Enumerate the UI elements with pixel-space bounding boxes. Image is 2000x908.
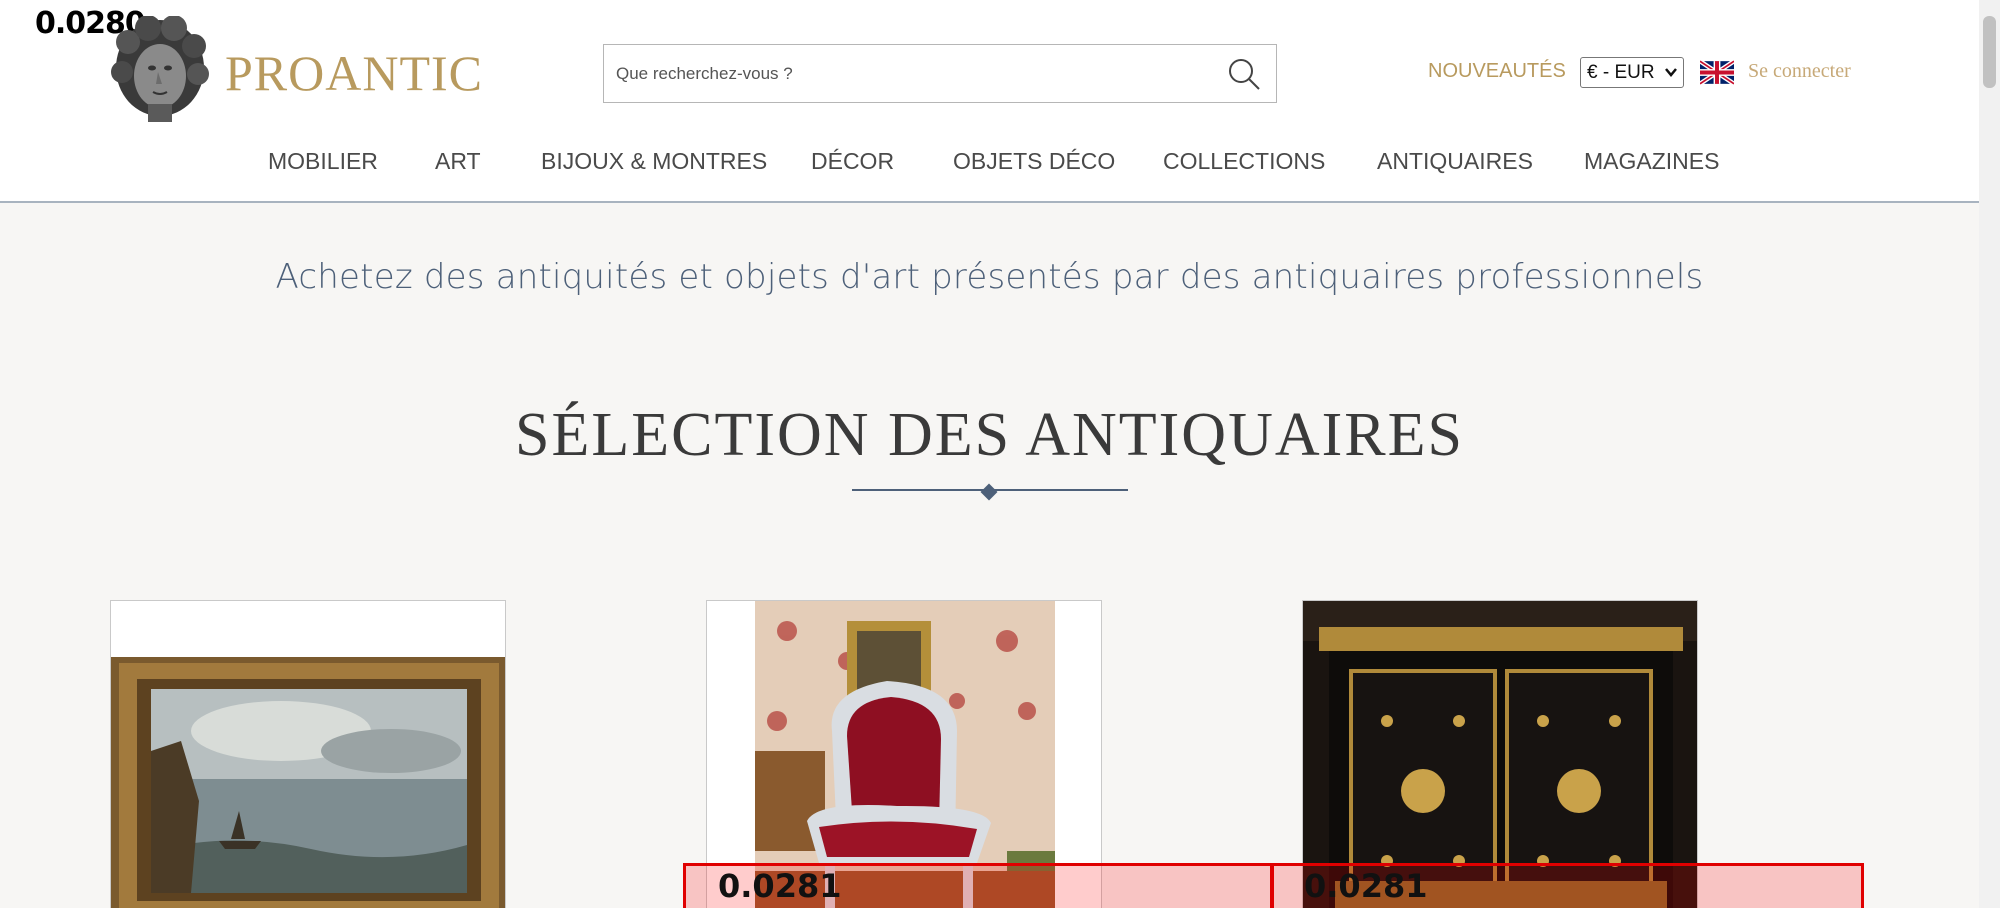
vertical-scrollbar[interactable] [1979, 0, 2000, 908]
search-bar [603, 44, 1277, 103]
chevron-down-icon [1665, 68, 1677, 77]
product-card-armchair[interactable] [706, 600, 1102, 908]
detection-overlay: 0.0281 [683, 863, 1273, 908]
product-image-painting [111, 601, 505, 908]
product-image-armchair [707, 601, 1101, 908]
overlay-score: 0.0281 [718, 867, 842, 905]
search-icon [1229, 58, 1260, 90]
nav-item-mobilier[interactable]: MOBILIER [268, 148, 378, 175]
section-title: SÉLECTION DES ANTIQUAIRES [515, 401, 1464, 469]
logo-text[interactable]: PROANTIC [225, 44, 483, 102]
site-header: 0.0280 PROANTIC NOUVEAUTÉS € - EUR [0, 0, 1979, 203]
currency-select[interactable]: € - EUR [1580, 57, 1684, 88]
currency-value: € - EUR [1587, 61, 1655, 83]
nav-item-decor[interactable]: DÉCOR [811, 148, 894, 175]
search-input[interactable] [616, 45, 1196, 102]
tagline: Achetez des antiquités et objets d'art p… [275, 257, 1704, 297]
logo-bust-icon[interactable] [108, 16, 210, 122]
main-nav: MOBILIER ART BIJOUX & MONTRES DÉCOR OBJE… [0, 148, 1979, 180]
nav-item-bijoux-montres[interactable]: BIJOUX & MONTRES [541, 148, 767, 175]
nav-item-magazines[interactable]: MAGAZINES [1584, 148, 1719, 175]
login-link[interactable]: Se connecter [1748, 60, 1851, 83]
search-button[interactable] [1212, 45, 1276, 102]
product-card-painting[interactable] [110, 600, 506, 908]
nav-item-antiquaires[interactable]: ANTIQUAIRES [1377, 148, 1533, 175]
detection-overlay: 0.0281 [1271, 863, 1864, 908]
uk-flag-icon[interactable] [1700, 60, 1734, 85]
product-card-cabinet[interactable] [1302, 600, 1698, 908]
scrollbar-thumb[interactable] [1983, 16, 1996, 88]
nouveautes-link[interactable]: NOUVEAUTÉS [1428, 60, 1566, 83]
title-divider-diamond [980, 483, 998, 501]
overlay-score: 0.0281 [1304, 867, 1428, 905]
page: 0.0280 PROANTIC NOUVEAUTÉS € - EUR [0, 0, 1979, 908]
product-image-cabinet [1303, 601, 1697, 908]
nav-item-collections[interactable]: COLLECTIONS [1163, 148, 1325, 175]
nav-item-art[interactable]: ART [435, 148, 481, 175]
nav-item-objets-deco[interactable]: OBJETS DÉCO [953, 148, 1115, 175]
